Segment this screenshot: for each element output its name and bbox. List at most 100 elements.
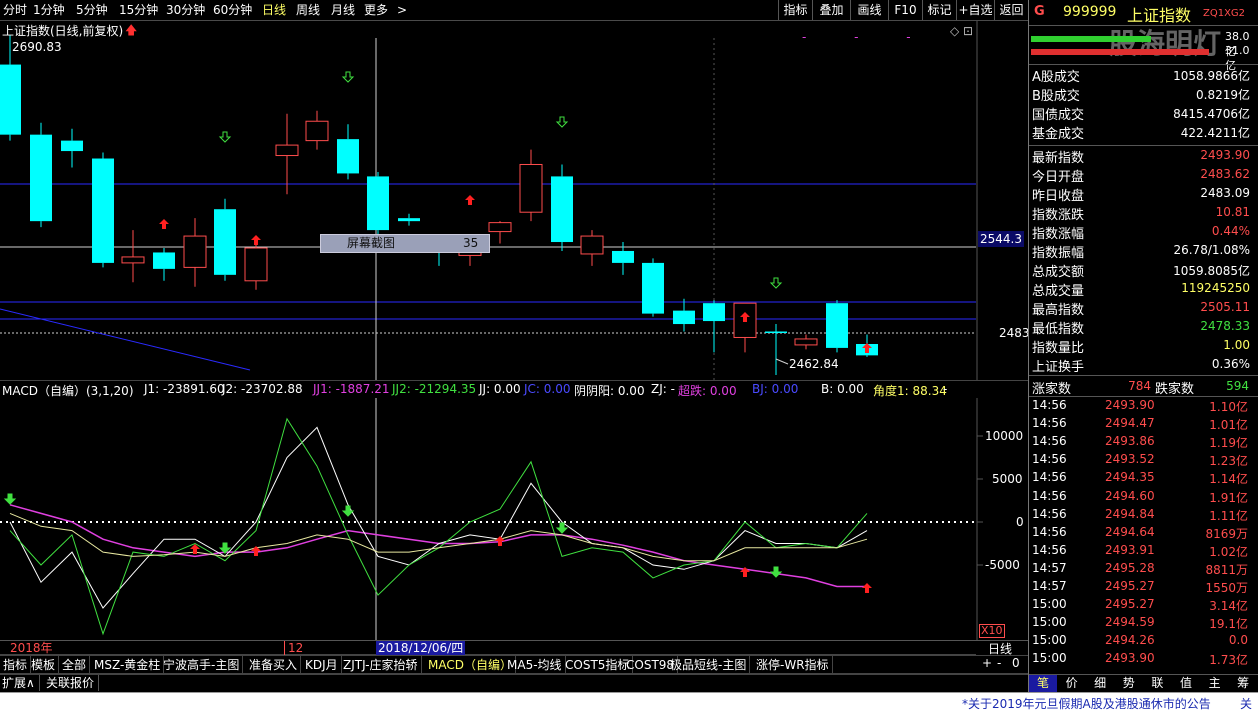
quote-tab-7[interactable]: 筹 [1229,675,1257,692]
green-down-arrow-icon [3,493,17,505]
indicator-tab-12[interactable]: 极品短线-主图 [667,656,751,674]
tick-time: 14:56 [1032,452,1067,467]
macd-chart[interactable] [0,398,1028,640]
level-label: 2483 [999,326,1030,340]
tick-time: 14:56 [1032,524,1067,539]
quote-tab-3[interactable]: 势 [1115,675,1143,692]
indicator-tab-13[interactable]: 涨停-WR指标 [753,656,833,674]
quote-tab-5[interactable]: 值 [1172,675,1200,692]
red-up-arrow-icon [862,583,872,593]
quote-row-label: 基金成交 [1032,127,1085,142]
green-down-arrow-icon [769,277,783,289]
green-down-arrow-icon [218,131,232,143]
tick-time: 14:56 [1032,434,1067,449]
candle-body-down [61,140,83,152]
candle-body-up [275,144,299,157]
indicator-tab-3[interactable]: MSZ-黄金柱 [91,656,165,674]
candle-body-down [92,158,114,263]
red-up-arrow-icon: 🡅 [125,23,138,37]
period-1[interactable]: 1分钟 [33,0,65,20]
tick-price: 2495.28 [1105,560,1155,575]
period-6[interactable]: 日线 [262,0,286,20]
tick-time: 14:56 [1032,506,1067,521]
candle-body-up [305,120,329,142]
news-headline[interactable]: *关于2019年元旦假期A股及港股通休市的公告 [962,695,1211,711]
indicator-tab-7[interactable]: ZJTJ-庄家抬轿 [340,656,422,674]
news-bar: *关于2019年元旦假期A股及港股通休市的公告 关 [0,692,1258,711]
tick-time: 14:56 [1032,488,1067,503]
macd-readout-6: 阴阴阳: 0.00 [574,384,645,398]
toolbar-button-4[interactable]: 标记 [922,0,956,20]
related-quote-tab[interactable]: 关联报价 [46,675,100,691]
period-3[interactable]: 15分钟 [119,0,158,20]
period-9[interactable]: 更多 [364,0,388,20]
indicator-tab-0[interactable]: 指标 [0,656,32,674]
quote-row-label: 指数量比 [1032,341,1085,356]
green-down-arrow-icon [769,566,783,578]
indicator-tab-9[interactable]: MA5-均线 [504,656,566,674]
down-count-label: 跌家数 [1155,382,1195,397]
indicator-tab-1[interactable]: 模板 [28,656,60,674]
period-4[interactable]: 30分钟 [166,0,205,20]
macd-readout-10: B: 0.00 [821,382,864,396]
quote-row: 指数涨幅 0.44% [1029,222,1258,242]
expand-tab[interactable]: 扩展∧ [2,675,40,691]
tick-time: 15:00 [1032,597,1067,612]
tick-price: 2494.26 [1105,633,1155,648]
toolbar-button-0[interactable]: 指标 [778,0,812,20]
screenshot-tooltip[interactable]: 屏幕截图 35 [320,234,490,253]
quote-row-value: 422.4211亿 [1180,126,1250,140]
toolbar-button-3[interactable]: F10 [888,0,922,20]
red-up-arrow-icon [465,195,475,205]
news-tail[interactable]: 关 [1240,695,1252,711]
quote-tab-0[interactable]: 笔 [1029,675,1057,692]
tick-row: 14:56 2494.84 1.11亿 [1029,507,1258,525]
quote-row-label: 最低指数 [1032,322,1085,337]
quote-row: B股成交 0.8219亿 [1029,84,1258,104]
tick-row: 15:00 2493.90 1.73亿 [1029,651,1258,669]
zoom-button-0[interactable]: + [982,656,992,670]
period-7[interactable]: 周线 [296,0,320,20]
quote-row: 指数量比 1.00 [1029,336,1258,356]
indicator-tab-6[interactable]: KDJ月 [302,656,342,674]
quote-row: 指数涨跌 10.81 [1029,203,1258,223]
quote-code: 999999 [1063,4,1117,20]
period-8[interactable]: 月线 [331,0,355,20]
quote-row-value: 119245250 [1181,281,1250,295]
tick-row: 14:57 2495.28 8811万 [1029,561,1258,579]
toolbar-button-1[interactable]: 叠加 [812,0,850,20]
toolbar-button-2[interactable]: 画线 [850,0,888,20]
more-chevron-icon[interactable]: > [397,0,407,20]
quote-row: 最低指数 2478.33 [1029,317,1258,337]
indicator-tab-8[interactable]: MACD（自编） [425,656,516,674]
quote-tab-1[interactable]: 价 [1058,675,1086,692]
tick-price: 2493.86 [1105,434,1155,449]
tick-list: 14:56 2493.90 1.10亿 14:56 2494.47 1.01亿 14:56 2… [1029,398,1258,670]
period-2[interactable]: 5分钟 [76,0,108,20]
x10-badge[interactable]: X10 [979,624,1005,638]
tick-time: 14:57 [1032,579,1067,593]
indicator-tab-5[interactable]: 准备买入 [246,656,302,674]
candle-body-up [488,222,512,233]
tick-time: 14:57 [1032,560,1067,575]
macd-line-white [9,426,868,609]
tick-price: 2494.35 [1105,470,1155,485]
quote-tab-4[interactable]: 联 [1143,675,1171,692]
toolbar-button-6[interactable]: 返回 [994,0,1028,20]
indicator-tab-2[interactable]: 全部 [59,656,91,674]
quote-panel: G 999999 上证指数 ZQ1XG2 股海明灯 38.0亿 31.0亿 A股… [1029,0,1258,692]
zoom-button-1[interactable]: - [997,656,1001,670]
period-5[interactable]: 60分钟 [213,0,252,20]
tick-price: 2494.84 [1105,506,1155,521]
kline-chart[interactable] [0,21,1028,380]
zoom-button-2[interactable]: 0 [1012,656,1020,670]
quote-tab-6[interactable]: 主 [1201,675,1229,692]
indicator-tab-4[interactable]: 宁波高手-主图 [160,656,244,674]
low-price-label: 2462.84 [789,357,839,371]
tick-row: 15:00 2494.59 19.1亿 [1029,615,1258,633]
toolbar-button-5[interactable]: +自选 [956,0,994,20]
quote-tab-2[interactable]: 细 [1086,675,1114,692]
chart-corner-icons[interactable]: ◇ ⊡ [950,24,973,38]
period-0[interactable]: 分时 [3,0,27,20]
quote-row: 总成交量 119245250 [1029,279,1258,299]
